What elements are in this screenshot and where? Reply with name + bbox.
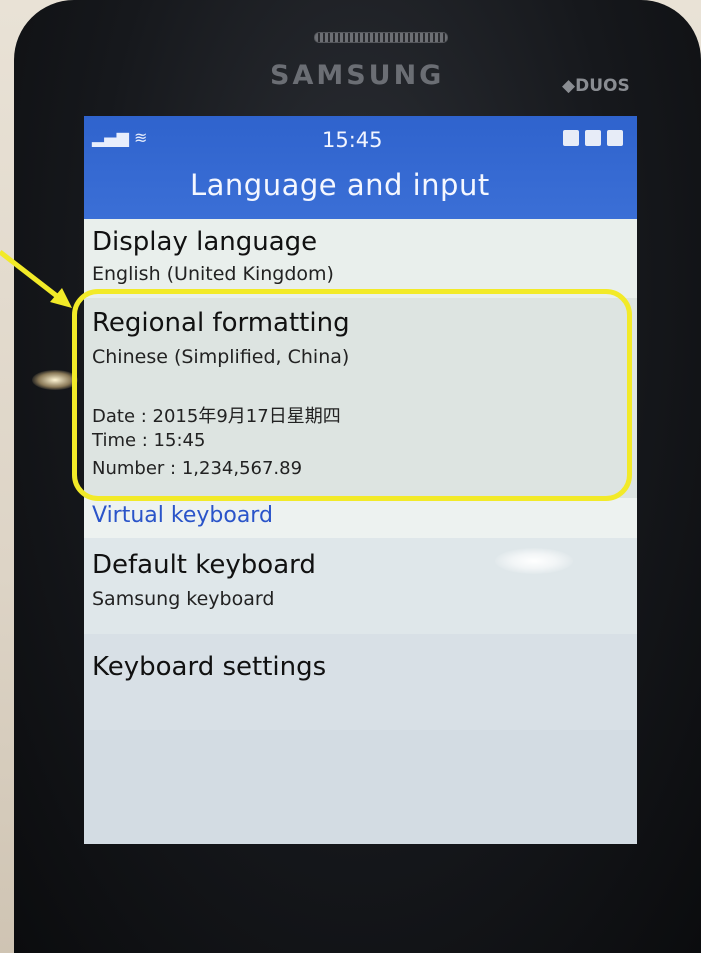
status-icons-left: ▂▄▆ ≋ [92, 128, 147, 147]
speaker-grille [314, 32, 448, 43]
default-keyboard-value: Samsung keyboard [92, 588, 275, 610]
notification-icon [585, 130, 601, 146]
signal-icon: ▂▄▆ [92, 128, 129, 147]
empty-list-area [84, 730, 637, 844]
display-language-value: English (United Kingdom) [92, 263, 334, 285]
status-icons-right [563, 130, 623, 146]
brand-logo: SAMSUNG [270, 60, 445, 91]
annotation-arrow-icon [0, 250, 72, 308]
display-language-title: Display language [92, 227, 318, 257]
duos-label: DUOS [575, 76, 630, 96]
screen-reflection [495, 548, 573, 574]
wifi-icon: ≋ [134, 128, 148, 147]
virtual-keyboard-label: Virtual keyboard [92, 503, 273, 528]
app-header: ▂▄▆ ≋ 15:45 Language and input [84, 116, 637, 219]
keyboard-settings-title: Keyboard settings [92, 652, 327, 682]
status-clock: 15:45 [322, 128, 383, 152]
keyboard-settings-item[interactable]: Keyboard settings [84, 634, 637, 730]
duos-badge: ◆DUOS [562, 76, 630, 96]
default-keyboard-title: Default keyboard [92, 550, 316, 580]
virtual-keyboard-section-header: Virtual keyboard [84, 498, 637, 538]
page-title: Language and input [190, 168, 490, 202]
network-icon [607, 130, 623, 146]
highlight-box [72, 289, 632, 501]
battery-icon [563, 130, 579, 146]
duos-icon: ◆ [562, 76, 576, 96]
